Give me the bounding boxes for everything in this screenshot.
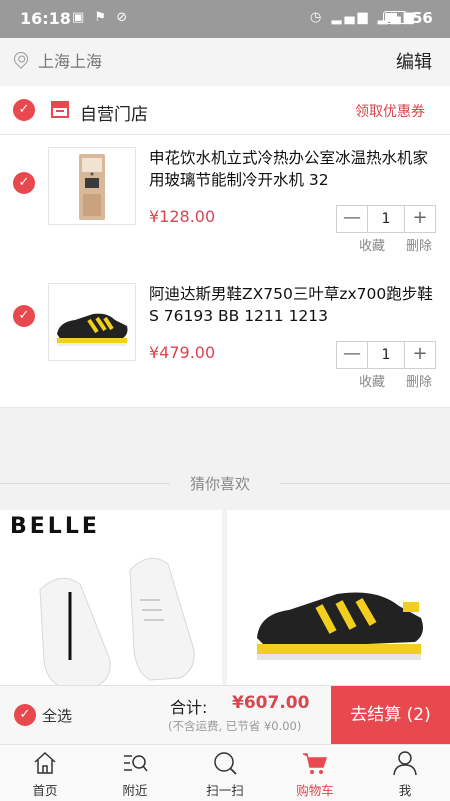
divider xyxy=(280,483,450,484)
cart-item: ✓ 申花饮水机立式冷热办公室冰温热水机家用玻璃节能制冷开水机 32 ¥128.0… xyxy=(0,135,450,272)
total-label: 合计: xyxy=(170,698,208,717)
tab-label: 我 xyxy=(398,783,412,798)
recommend-item-sneaker[interactable] xyxy=(227,510,450,688)
quantity-value[interactable]: 1 xyxy=(368,342,404,368)
home-icon xyxy=(34,751,56,774)
battery-icon xyxy=(383,11,407,24)
product-price: ¥128.00 xyxy=(149,207,216,226)
edit-button[interactable]: 编辑 xyxy=(396,48,432,74)
nearby-icon xyxy=(124,755,148,772)
brand-logo: BELLE xyxy=(10,514,100,539)
cart-icon xyxy=(303,753,328,774)
favorite-button[interactable]: 收藏 xyxy=(359,371,385,390)
delete-button[interactable]: 删除 xyxy=(406,371,432,390)
tab-nearby[interactable]: 附近 xyxy=(90,745,180,801)
store-row: ✓ 自营门店 领取优惠券 xyxy=(0,86,450,135)
tab-label: 购物车 xyxy=(296,783,334,798)
product-title[interactable]: 申花饮水机立式冷热办公室冰温热水机家用玻璃节能制冷开水机 32 xyxy=(149,147,439,191)
tab-cart[interactable]: 购物车 xyxy=(270,745,360,801)
tab-scan[interactable]: 扫一扫 xyxy=(180,745,270,801)
item-checkbox[interactable]: ✓ xyxy=(13,305,35,327)
scan-icon xyxy=(214,752,237,775)
store-icon xyxy=(51,101,69,118)
checkout-bar: ✓ 全选 合计: ¥607.00 (不含运费, 已节省 ¥0.00) 去结算 (… xyxy=(0,685,450,745)
favorite-button[interactable]: 收藏 xyxy=(359,235,385,254)
decrease-button[interactable]: — xyxy=(337,206,368,232)
select-all-checkbox[interactable]: ✓ xyxy=(14,704,36,726)
checkout-button[interactable]: 去结算 (2) xyxy=(331,686,450,745)
bottom-tab-bar: 首页 附近 扫一扫 购物车 我 xyxy=(0,744,450,801)
profile-icon xyxy=(393,751,417,776)
tab-label: 首页 xyxy=(32,783,58,798)
product-title[interactable]: 阿迪达斯男鞋ZX750三叶草zx700跑步鞋S 76193 BB 1211 12… xyxy=(149,283,439,327)
status-time: 16:18 xyxy=(20,9,71,28)
product-image-sneaker[interactable] xyxy=(48,283,136,361)
item-checkbox[interactable]: ✓ xyxy=(13,172,35,194)
location-label[interactable]: 上海上海 xyxy=(38,48,102,72)
store-checkbox[interactable]: ✓ xyxy=(13,99,35,121)
quantity-stepper: — 1 + xyxy=(336,205,436,233)
status-bar: 16:18 ▣ ⚑ ⊘ ◷ ▂▄▆ ▂▄▆ 56 xyxy=(0,0,450,38)
notification-icons: ▣ ⚑ ⊘ xyxy=(72,10,131,25)
delete-button[interactable]: 删除 xyxy=(406,235,432,254)
quantity-value[interactable]: 1 xyxy=(368,206,404,232)
increase-button[interactable]: + xyxy=(404,206,435,232)
select-all-label[interactable]: 全选 xyxy=(42,705,72,726)
divider xyxy=(0,483,170,484)
battery-level: 56 xyxy=(412,9,433,27)
location-pin-icon xyxy=(11,49,31,69)
recommend-item-belle-shoes[interactable]: BELLE xyxy=(0,510,222,688)
tab-profile[interactable]: 我 xyxy=(360,745,450,801)
total-note: (不含运费, 已节省 ¥0.00) xyxy=(168,719,302,733)
tab-home[interactable]: 首页 xyxy=(0,745,90,801)
top-header: 上海上海 编辑 xyxy=(0,38,450,87)
recommend-heading: 猜你喜欢 xyxy=(190,475,251,493)
tab-label: 扫一扫 xyxy=(206,783,244,798)
quantity-stepper: — 1 + xyxy=(336,341,436,369)
product-image-water-dispenser[interactable] xyxy=(48,147,136,225)
total-value: ¥607.00 xyxy=(232,693,310,713)
decrease-button[interactable]: — xyxy=(337,342,368,368)
tab-label: 附近 xyxy=(122,783,148,798)
cart-item: ✓ 阿迪达斯男鞋ZX750三叶草zx700跑步鞋S 76193 BB 1211 … xyxy=(0,271,450,408)
store-name[interactable]: 自营门店 xyxy=(80,100,148,125)
product-price: ¥479.00 xyxy=(149,343,216,362)
get-coupon-link[interactable]: 领取优惠券 xyxy=(355,101,425,121)
increase-button[interactable]: + xyxy=(404,342,435,368)
